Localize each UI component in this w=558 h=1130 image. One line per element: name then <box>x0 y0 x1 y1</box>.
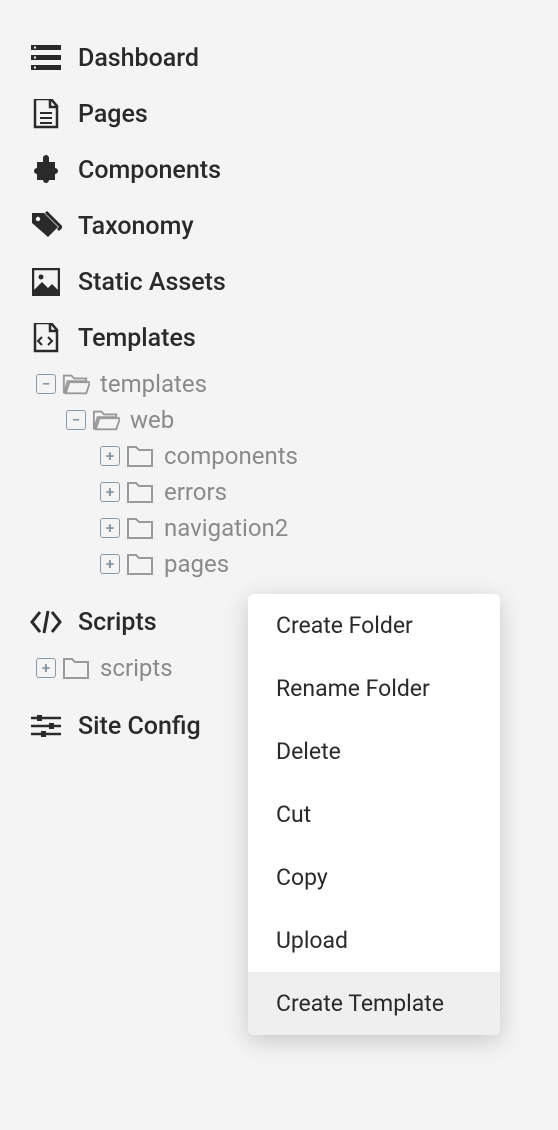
tree-node-web[interactable]: − web <box>66 402 528 438</box>
nav-label-components: Components <box>78 156 221 185</box>
tree-label: web <box>130 406 174 434</box>
nav-label-pages: Pages <box>78 100 148 129</box>
templates-tree: − templates − web + components + <box>36 366 528 582</box>
context-item-rename-folder[interactable]: Rename Folder <box>248 657 500 720</box>
nav-label-dashboard: Dashboard <box>78 44 199 73</box>
folder-open-icon <box>92 406 120 434</box>
tree-node-templates[interactable]: − templates <box>36 366 528 402</box>
nav-item-dashboard[interactable]: Dashboard <box>30 30 528 86</box>
folder-icon <box>126 442 154 470</box>
nav-label-site-config: Site Config <box>78 712 201 741</box>
puzzle-icon <box>30 154 62 186</box>
expand-icon[interactable]: + <box>100 554 120 574</box>
tree-node-components[interactable]: + components <box>100 438 528 474</box>
tree-label: components <box>164 442 298 470</box>
tag-icon <box>30 210 62 242</box>
file-icon <box>30 98 62 130</box>
context-menu: Create Folder Rename Folder Delete Cut C… <box>248 594 500 1035</box>
tree-label: pages <box>164 550 229 578</box>
dashboard-icon <box>30 42 62 74</box>
tree-node-pages[interactable]: + pages <box>100 546 528 582</box>
tree-label: templates <box>100 370 207 398</box>
context-item-create-template[interactable]: Create Template <box>248 972 500 1035</box>
tree-label: navigation2 <box>164 514 288 542</box>
folder-icon <box>126 514 154 542</box>
context-item-copy[interactable]: Copy <box>248 846 500 909</box>
folder-open-icon <box>62 370 90 398</box>
code-icon <box>30 606 62 638</box>
folder-icon <box>126 478 154 506</box>
nav-label-scripts: Scripts <box>78 608 157 637</box>
collapse-icon[interactable]: − <box>66 410 86 430</box>
tree-node-errors[interactable]: + errors <box>100 474 528 510</box>
code-file-icon <box>30 322 62 354</box>
nav-item-templates[interactable]: Templates <box>30 310 528 366</box>
context-item-delete[interactable]: Delete <box>248 720 500 783</box>
collapse-icon[interactable]: − <box>36 374 56 394</box>
context-item-upload[interactable]: Upload <box>248 909 500 972</box>
expand-icon[interactable]: + <box>100 518 120 538</box>
nav-item-components[interactable]: Components <box>30 142 528 198</box>
expand-icon[interactable]: + <box>100 446 120 466</box>
sliders-icon <box>30 710 62 742</box>
nav-item-pages[interactable]: Pages <box>30 86 528 142</box>
nav-label-taxonomy: Taxonomy <box>78 212 194 241</box>
tree-label: scripts <box>100 654 173 682</box>
folder-icon <box>62 654 90 682</box>
context-item-cut[interactable]: Cut <box>248 783 500 846</box>
nav-label-templates: Templates <box>78 324 196 353</box>
nav-label-static-assets: Static Assets <box>78 268 226 297</box>
tree-node-navigation2[interactable]: + navigation2 <box>100 510 528 546</box>
expand-icon[interactable]: + <box>100 482 120 502</box>
nav-item-static-assets[interactable]: Static Assets <box>30 254 528 310</box>
tree-label: errors <box>164 478 227 506</box>
context-item-create-folder[interactable]: Create Folder <box>248 594 500 657</box>
nav-item-taxonomy[interactable]: Taxonomy <box>30 198 528 254</box>
expand-icon[interactable]: + <box>36 658 56 678</box>
folder-icon <box>126 550 154 578</box>
image-icon <box>30 266 62 298</box>
